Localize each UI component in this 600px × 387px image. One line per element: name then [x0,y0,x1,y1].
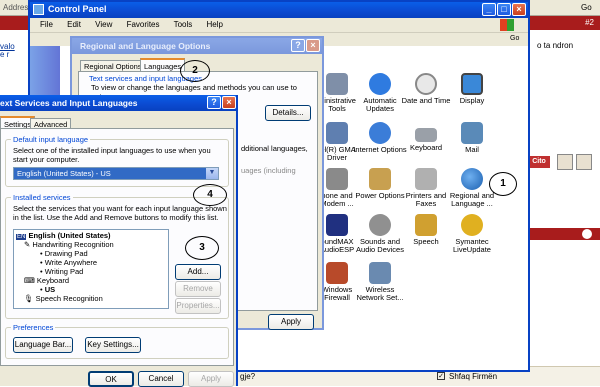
pen-icon: ✎ [24,240,31,249]
menu-file[interactable]: File [40,20,53,29]
default-language-desc: Select one of the installed input langua… [13,146,211,164]
minimize-button[interactable]: _ [482,3,496,16]
apply-button[interactable]: Apply [188,371,234,387]
printer-icon [415,168,437,190]
menu-help[interactable]: Help [207,20,223,29]
installed-services-label: Installed services [11,193,73,202]
menu-bar: File Edit View Favorites Tools Help [30,18,528,32]
clock-icon [415,73,437,95]
forum-text: o ta ndron [537,41,574,50]
keyboard-icon [415,128,437,142]
menu-favorites[interactable]: Favorites [127,20,160,29]
key-settings-button[interactable]: Key Settings... [85,337,141,353]
signature-label: Shfaq Firmën [449,372,498,381]
selected-language: English (United States) - US [17,169,111,178]
menu-view[interactable]: View [95,20,112,29]
text-services-close-button[interactable]: × [222,96,236,109]
regional-dialog-titlebar: Regional and Language Options ? × [72,38,322,54]
regional-dialog-title: Regional and Language Options [80,41,211,51]
text-services-help-button[interactable]: ? [207,96,221,109]
regional-apply-button[interactable]: Apply [268,314,314,330]
firewall-icon [326,262,348,284]
properties-button[interactable]: Properties... [175,298,221,314]
control-panel-title: Control Panel [48,4,107,14]
user-text: e r [0,50,10,59]
soundmax-icon [326,214,348,236]
details-button[interactable]: Details... [265,105,311,121]
speaker-icon [369,214,391,236]
close-button[interactable]: × [512,3,526,16]
text-services-titlebar: ext Services and Input Languages ? × [0,95,236,111]
mail-icon [461,122,483,144]
annotation-1: 1 [489,172,517,196]
control-panel-titlebar: Control Panel _ □ × [30,2,528,18]
maximize-button[interactable]: □ [497,3,511,16]
languages-including-text: uages (including [241,166,296,175]
intel-gma-icon [326,122,348,144]
collapse-icon[interactable] [582,229,592,239]
power-options-icon [369,168,391,190]
phone-modem-icon [326,168,348,190]
text-services-title: ext Services and Input Languages [0,98,138,108]
symantec-icon [461,214,483,236]
wireless-icon [369,262,391,284]
menu-edit[interactable]: Edit [67,20,81,29]
reply-icon[interactable] [576,154,592,170]
cancel-button[interactable]: Cancel [138,371,184,387]
speech-icon [415,214,437,236]
default-language-label: Default input language [11,135,91,144]
automatic-updates-icon [369,73,391,95]
default-language-select[interactable]: English (United States) - US ▼ [13,167,219,180]
regional-close-button[interactable]: × [306,39,320,52]
additional-languages-text: dditional languages, [241,144,308,153]
microphone-icon: 🎙 [24,294,34,303]
tree-item-write-anywhere[interactable]: • Write Anywhere [40,258,97,267]
windows-logo-icon [500,19,514,31]
tree-item-us[interactable]: • US [40,285,55,294]
services-tree[interactable]: EN English (United States) ✎ Handwriting… [13,229,169,309]
annotation-4: 4 [193,184,227,206]
installed-services-desc: Select the services that you want for ea… [13,204,227,222]
cp-go-button[interactable]: Go [510,35,519,42]
language-bar-button[interactable]: Language Bar... [13,337,73,353]
tree-item-keyboard[interactable]: ⌨ Keyboard [24,276,69,285]
ok-button[interactable]: OK [88,371,134,387]
preferences-label: Preferences [11,323,56,332]
cito-button[interactable]: Cito [528,156,550,168]
tab-number: #2 [585,18,594,27]
display-icon [461,73,483,95]
remove-button[interactable]: Remove [175,281,221,297]
add-button[interactable]: Add... [175,264,221,280]
signature-checkbox[interactable]: ✓ [437,372,445,380]
menu-tools[interactable]: Tools [174,20,193,29]
tree-item-drawing-pad[interactable]: • Drawing Pad [40,249,88,258]
control-panel-icon [33,4,44,15]
globe-icon [461,168,483,190]
regional-help-button[interactable]: ? [291,39,305,52]
annotation-2: 2 [180,60,210,82]
keyboard-small-icon: ⌨ [24,276,35,285]
quote-icon[interactable] [557,154,573,170]
cp-item-mail[interactable]: Mail [444,122,500,154]
tree-item-writing-pad[interactable]: • Writing Pad [40,267,83,276]
cp-item-symantec[interactable]: Symantec LiveUpdate [444,214,500,254]
go-button[interactable]: Go [581,3,592,12]
admin-tools-icon [326,73,348,95]
cp-item-display[interactable]: Display [444,73,500,105]
bottom-text: gje? [240,372,256,381]
internet-options-icon [369,122,391,144]
chevron-down-icon[interactable]: ▼ [206,168,218,179]
tree-item-speech[interactable]: 🎙 Speech Recognition [24,294,103,303]
annotation-3: 3 [185,236,219,260]
tree-item-handwriting[interactable]: ✎ Handwriting Recognition [24,240,114,249]
cp-item-wireless-network[interactable]: Wireless Network Set... [352,262,408,302]
